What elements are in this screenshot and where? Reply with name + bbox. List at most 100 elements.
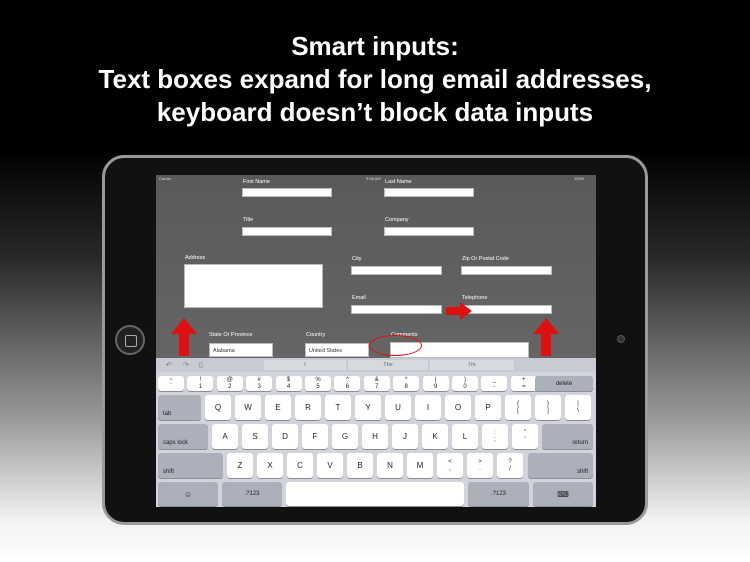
key-r[interactable]: R <box>295 395 321 420</box>
key-row1-3[interactable]: #3 <box>246 376 273 391</box>
numbers-right-key[interactable]: .?123 <box>468 482 529 506</box>
caps-lock-key[interactable]: caps lock <box>158 424 208 449</box>
key-row1-10-glyph: ) <box>464 376 466 383</box>
last-name-input[interactable] <box>384 188 474 197</box>
key-j[interactable]: J <box>392 424 418 449</box>
key-b[interactable]: B <box>347 453 373 478</box>
paste-icon[interactable]: ▯ <box>199 361 203 369</box>
carrier-label: Carrier <box>159 176 172 181</box>
key-t[interactable]: T <box>325 395 351 420</box>
key-row1-11[interactable]: _ - <box>481 376 508 391</box>
home-button[interactable] <box>115 325 145 355</box>
key-row1-5[interactable]: % 5 <box>305 376 331 391</box>
key-z[interactable]: Z <box>227 453 253 478</box>
key-m[interactable]: M <box>407 453 433 478</box>
delete-key[interactable]: delete <box>535 376 593 391</box>
key-row2-sym-1[interactable]: }] <box>535 395 561 420</box>
key-row1-1-glyph: 1 <box>198 383 203 390</box>
key-row4-sym-2[interactable]: ? / <box>497 453 523 478</box>
key-row3-sym-0[interactable]: :; <box>482 424 508 449</box>
numbers-left-key[interactable]: .?123 <box>222 482 282 506</box>
key-row3-sym-0-glyph: ; <box>494 436 496 443</box>
key-p[interactable]: P <box>475 395 501 420</box>
key-row1-8[interactable]: * 8 <box>393 376 420 391</box>
key-row3-sym-1[interactable]: " ' <box>512 424 538 449</box>
key-row1-0-glyphs: ~ ` <box>169 377 173 391</box>
key-d[interactable]: D <box>272 424 298 449</box>
tab-key[interactable]: tab <box>158 395 201 420</box>
first-name-input[interactable] <box>242 188 332 197</box>
zip-label: Zip Or Postal Code <box>462 256 509 262</box>
telephone-input[interactable] <box>461 305 552 314</box>
state-select[interactable]: Alabama <box>209 343 273 357</box>
key-row2-sym-2[interactable]: | \ <box>565 395 591 420</box>
key-k[interactable]: K <box>422 424 448 449</box>
key-row1-0-glyph: ~ <box>169 376 173 383</box>
key-f[interactable]: F <box>302 424 328 449</box>
email-label: Email <box>352 295 366 301</box>
country-select[interactable]: United States <box>305 343 369 357</box>
address-input[interactable] <box>184 264 323 308</box>
suggestion-3[interactable]: I'm <box>430 360 514 370</box>
shift-left-key[interactable]: shift <box>158 453 223 478</box>
return-key[interactable]: return <box>542 424 593 449</box>
city-input[interactable] <box>351 266 442 275</box>
hide-keyboard-key[interactable]: ⌨ <box>533 482 593 506</box>
company-input[interactable] <box>384 227 474 236</box>
key-h[interactable]: H <box>362 424 388 449</box>
key-e[interactable]: E <box>265 395 291 420</box>
key-x[interactable]: X <box>257 453 283 478</box>
key-row1-0[interactable]: ~ ` <box>158 376 184 391</box>
key-row1-11-glyphs: _ - <box>493 377 496 391</box>
key-row1-9[interactable]: (9 <box>422 376 449 391</box>
email-input[interactable] <box>351 305 442 314</box>
undo-icon[interactable]: ↶ <box>166 361 172 369</box>
key-row2-sym-0[interactable]: {[ <box>505 395 531 420</box>
key-row1-6-glyph: 6 <box>345 383 350 390</box>
key-a[interactable]: A <box>212 424 238 449</box>
zip-input[interactable] <box>461 266 552 275</box>
key-row4-sym-0-glyphs: <, <box>448 459 452 473</box>
key-row1-3-glyph: 3 <box>257 383 261 390</box>
country-label: Country <box>306 332 326 338</box>
suggestion-2[interactable]: The <box>348 360 428 370</box>
key-i[interactable]: I <box>415 395 441 420</box>
key-row1-2-glyph: @ <box>226 376 233 383</box>
key-c[interactable]: C <box>287 453 313 478</box>
key-g[interactable]: G <box>332 424 358 449</box>
key-row1-7[interactable]: & 7 <box>363 376 390 391</box>
key-row1-11-glyph: - <box>493 383 496 390</box>
key-l[interactable]: L <box>452 424 478 449</box>
shift-right-key[interactable]: shift <box>528 453 593 478</box>
key-y[interactable]: Y <box>355 395 381 420</box>
key-u[interactable]: U <box>385 395 411 420</box>
key-row1-7-glyph: 7 <box>375 383 379 390</box>
key-n[interactable]: N <box>377 453 403 478</box>
key-row1-4-glyph: $ <box>286 376 291 383</box>
key-s[interactable]: S <box>242 424 268 449</box>
title-input[interactable] <box>242 227 332 236</box>
company-label: Company <box>385 217 409 223</box>
key-row1-7-glyphs: & 7 <box>375 377 379 391</box>
key-row4-sym-0[interactable]: <, <box>437 453 463 478</box>
key-row1-2-glyph: 2 <box>228 383 232 390</box>
space-key[interactable] <box>286 482 464 506</box>
key-o[interactable]: O <box>445 395 471 420</box>
key-row1-10[interactable]: ) 0 <box>452 376 478 391</box>
key-row1-4[interactable]: $4 <box>275 376 302 391</box>
key-row1-1[interactable]: ! 1 <box>187 376 214 391</box>
key-row1-12[interactable]: + = <box>510 376 537 391</box>
key-w[interactable]: W <box>235 395 261 420</box>
suggestion-1[interactable]: I <box>264 360 346 370</box>
key-v[interactable]: V <box>317 453 343 478</box>
key-q[interactable]: Q <box>205 395 231 420</box>
key-row2-sym-2-glyph: | <box>577 400 579 407</box>
key-row1-6[interactable]: ^ 6 <box>334 376 361 391</box>
key-row4-sym-2-glyph: ? <box>508 458 512 465</box>
key-row1-1-glyph: ! <box>199 376 202 383</box>
redo-icon[interactable]: ↷ <box>183 361 189 369</box>
key-row3-sym-1-glyphs: " ' <box>524 430 526 444</box>
emoji-key[interactable]: ☺ <box>158 482 218 506</box>
key-row1-2[interactable]: @2 <box>216 376 243 391</box>
key-row4-sym-1[interactable]: >. <box>467 453 493 478</box>
